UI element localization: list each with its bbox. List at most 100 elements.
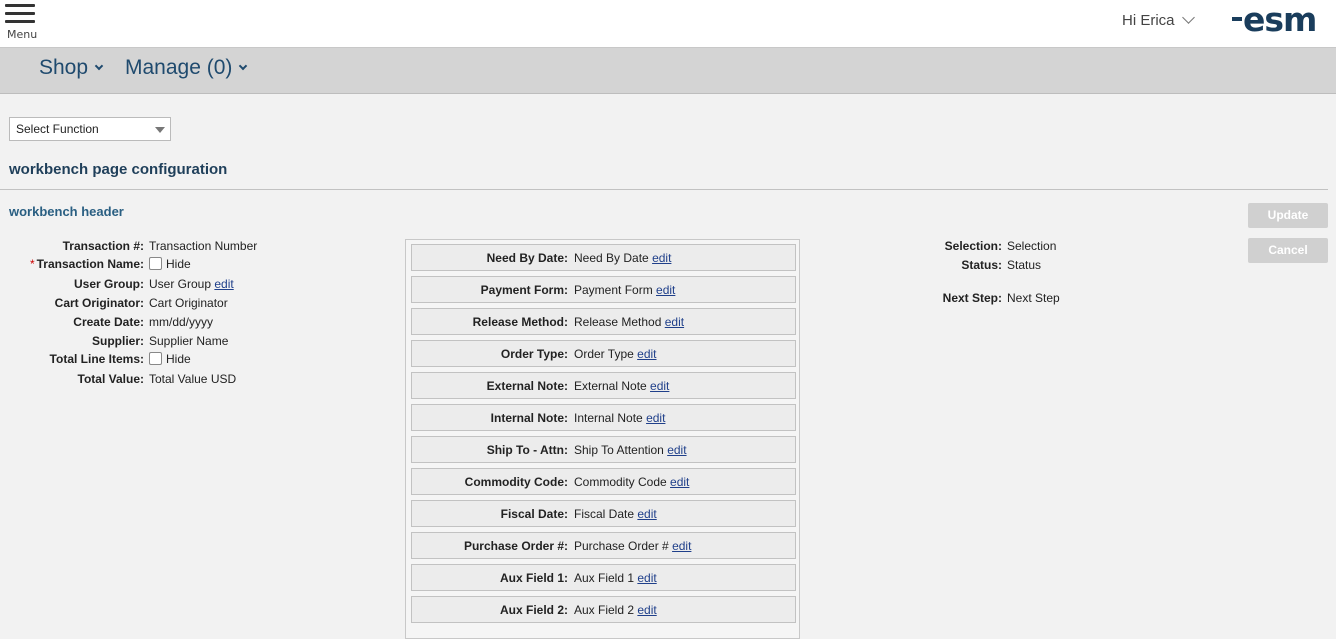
edit-user-group-link[interactable]: edit — [214, 277, 233, 291]
edit-link[interactable]: edit — [650, 379, 669, 393]
field-value: Selection — [1007, 239, 1057, 253]
page-title: workbench page configuration — [9, 161, 228, 178]
field-internal-note[interactable]: Internal Note: Internal Note edit — [411, 404, 796, 431]
field-label: Order Type: — [500, 347, 568, 361]
checkbox-label: Hide — [166, 352, 191, 366]
field-label: Cart Originator: — [54, 296, 144, 310]
chevron-down-icon — [1181, 11, 1195, 24]
field-need-by-date[interactable]: Need By Date: Need By Date edit — [411, 244, 796, 271]
menu-label: Menu — [7, 28, 38, 41]
field-label: Selection: — [944, 239, 1002, 253]
cancel-button[interactable]: Cancel — [1248, 238, 1328, 263]
field-label: Aux Field 1: — [499, 571, 568, 585]
edit-link[interactable]: edit — [672, 539, 691, 553]
edit-link[interactable]: edit — [637, 603, 656, 617]
top-bar: Menu Hi Erica esm — [0, 0, 1336, 48]
field-fiscal-date[interactable]: Fiscal Date: Fiscal Date edit — [411, 500, 796, 527]
hide-total-line-items-checkbox[interactable] — [149, 352, 162, 365]
field-transaction-number: Transaction #: Transaction Number — [0, 239, 400, 255]
select-function-dropdown[interactable]: Select Function — [9, 117, 171, 141]
field-label: Transaction Name: — [36, 257, 144, 271]
field-status: Status: Status — [900, 258, 1100, 274]
hide-transaction-name-checkbox[interactable] — [149, 257, 162, 270]
logo-text: esm — [1243, 0, 1317, 39]
nav-manage[interactable]: Manage (0) — [125, 56, 248, 80]
field-value: Payment Form — [574, 283, 653, 297]
nav-shop-label: Shop — [39, 56, 89, 79]
chevron-down-icon — [239, 61, 248, 71]
field-label: Release Method: — [472, 315, 568, 329]
field-value: Cart Originator — [149, 296, 228, 310]
field-order-type[interactable]: Order Type: Order Type edit — [411, 340, 796, 367]
select-function-value: Select Function — [16, 122, 99, 136]
field-value: Supplier Name — [149, 334, 229, 348]
field-value: Fiscal Date — [574, 507, 635, 521]
field-ship-to-attn[interactable]: Ship To - Attn: Ship To Attention edit — [411, 436, 796, 463]
field-aux-field-1[interactable]: Aux Field 1: Aux Field 1 edit — [411, 564, 796, 591]
field-label: Total Value: — [77, 372, 144, 386]
field-label: External Note: — [486, 379, 568, 393]
field-label: Supplier: — [91, 334, 144, 348]
field-label: Create Date: — [73, 315, 144, 329]
field-value: External Note — [574, 379, 647, 393]
field-value: User Group — [149, 277, 212, 291]
required-marker: * — [29, 257, 35, 271]
field-label: Status: — [961, 258, 1002, 272]
field-purchase-order[interactable]: Purchase Order #: Purchase Order # edit — [411, 532, 796, 559]
field-label: Fiscal Date: — [500, 507, 568, 521]
field-label: Ship To - Attn: — [486, 443, 568, 457]
main-nav: Shop Manage (0) — [0, 48, 1336, 94]
field-label: User Group: — [73, 277, 144, 291]
field-aux-field-2[interactable]: Aux Field 2: Aux Field 2 edit — [411, 596, 796, 623]
edit-link[interactable]: edit — [652, 251, 671, 265]
update-button[interactable]: Update — [1248, 203, 1328, 228]
field-value: Aux Field 2 — [574, 603, 635, 617]
field-value: Order Type — [574, 347, 634, 361]
field-value: Total Value USD — [149, 372, 237, 386]
field-value: Internal Note — [574, 411, 643, 425]
field-transaction-name: * Transaction Name: Hide — [0, 257, 400, 273]
field-payment-form[interactable]: Payment Form: Payment Form edit — [411, 276, 796, 303]
edit-link[interactable]: edit — [637, 571, 656, 585]
caret-down-icon — [155, 127, 165, 133]
section-title: workbench header — [9, 204, 124, 219]
field-release-method[interactable]: Release Method: Release Method edit — [411, 308, 796, 335]
edit-link[interactable]: edit — [665, 315, 684, 329]
esm-logo[interactable]: esm — [1232, 0, 1317, 39]
field-total-value: Total Value: Total Value USD — [0, 372, 400, 388]
edit-link[interactable]: edit — [637, 347, 656, 361]
field-value: Purchase Order # — [574, 539, 669, 553]
field-value: Commodity Code — [574, 475, 667, 489]
field-label: Transaction #: — [62, 239, 144, 253]
edit-link[interactable]: edit — [646, 411, 665, 425]
field-next-step: Next Step: Next Step — [900, 291, 1100, 307]
edit-link[interactable]: edit — [667, 443, 686, 457]
edit-link[interactable]: edit — [656, 283, 675, 297]
field-label: Need By Date: — [486, 251, 568, 265]
edit-link[interactable]: edit — [670, 475, 689, 489]
divider — [0, 189, 1328, 190]
field-label: Total Line Items: — [49, 352, 144, 366]
user-menu[interactable]: Hi Erica — [1122, 11, 1195, 29]
field-value: Next Step — [1007, 291, 1060, 305]
field-value: Status — [1007, 258, 1042, 272]
field-value: Need By Date — [574, 251, 649, 265]
nav-shop[interactable]: Shop — [39, 56, 104, 80]
configurable-fields-panel: Need By Date: Need By Date edit Payment … — [405, 239, 800, 639]
chevron-down-icon — [94, 61, 104, 71]
field-label: Aux Field 2: — [499, 603, 568, 617]
hamburger-icon — [5, 4, 35, 7]
field-external-note[interactable]: External Note: External Note edit — [411, 372, 796, 399]
field-label: Commodity Code: — [464, 475, 568, 489]
field-selection: Selection: Selection — [900, 239, 1100, 255]
checkbox-label: Hide — [166, 257, 191, 271]
field-value: mm/dd/yyyy — [149, 315, 214, 329]
field-create-date: Create Date: mm/dd/yyyy — [0, 315, 400, 331]
field-total-line-items: Total Line Items: Hide — [0, 352, 400, 368]
field-value: Transaction Number — [149, 239, 258, 253]
edit-link[interactable]: edit — [637, 507, 656, 521]
field-commodity-code[interactable]: Commodity Code: Commodity Code edit — [411, 468, 796, 495]
field-label: Internal Note: — [490, 411, 568, 425]
field-value: Release Method — [574, 315, 662, 329]
field-label: Purchase Order #: — [463, 539, 568, 553]
